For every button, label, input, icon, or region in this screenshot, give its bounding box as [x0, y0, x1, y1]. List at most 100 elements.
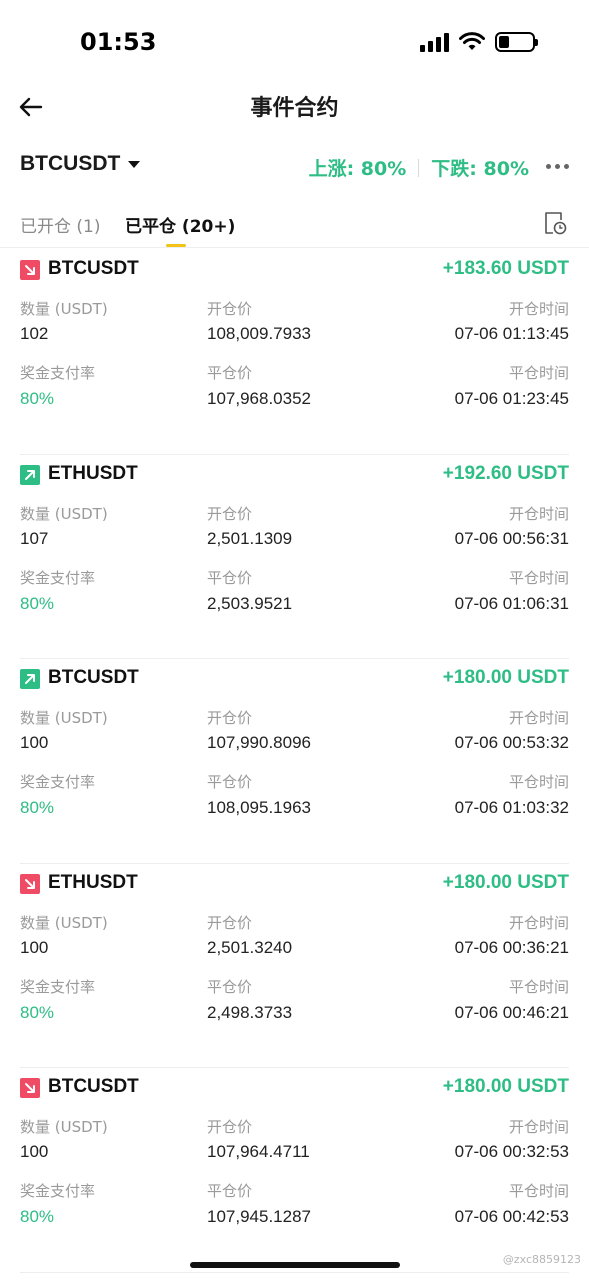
position-pnl: +192.60 USDT: [442, 462, 569, 484]
tab-open-positions[interactable]: 已开仓 (1): [20, 212, 100, 237]
up-rate: 上涨: 80%: [308, 158, 407, 180]
close-time-value: 07-06 01:06:31: [454, 593, 569, 613]
open-time-value: 07-06 01:13:45: [454, 324, 569, 343]
close-price-label: 平仓价: [207, 977, 253, 996]
arrow-down-right-icon: [20, 260, 40, 280]
open-time-value: 07-06 00:32:53: [454, 1142, 569, 1161]
open-price-label: 开仓价: [207, 913, 253, 932]
down-rate: 下跌: 80%: [431, 158, 529, 180]
quantity-value: 100: [20, 937, 49, 957]
close-price-value: 108,095.1963: [207, 798, 311, 817]
close-time-label: 平仓时间: [508, 977, 569, 996]
position-symbol: ETHUSDT: [48, 462, 138, 484]
watermark: @zxc8859123: [502, 1253, 581, 1266]
position-symbol: BTCUSDT: [48, 258, 139, 279]
symbol-selector[interactable]: BTCUSDT: [20, 152, 141, 176]
position-tabs: 已开仓 (1) 已平仓 (20+): [0, 200, 589, 248]
open-time-label: 开仓时间: [508, 709, 569, 727]
open-price-value: 2,501.1309: [207, 528, 293, 548]
payout-rate-value: 80%: [20, 1002, 55, 1022]
close-price-label: 平仓价: [207, 1182, 253, 1200]
open-price-label: 开仓价: [207, 300, 253, 318]
quantity-label: 数量 (USDT): [20, 504, 108, 523]
page-title: 事件合约: [250, 96, 339, 121]
history-icon[interactable]: [543, 210, 567, 236]
arrow-down-right-icon: [20, 873, 40, 894]
nav-bar: 事件合约: [0, 80, 589, 132]
close-price-value: 107,968.0352: [207, 389, 311, 408]
position-pnl: +183.60 USDT: [442, 258, 569, 279]
payout-rate-value: 80%: [20, 798, 55, 817]
open-price-label: 开仓价: [207, 504, 253, 523]
position-pnl: +180.00 USDT: [442, 667, 569, 688]
open-price-value: 108,009.7933: [207, 324, 311, 343]
symbol-name: BTCUSDT: [20, 152, 121, 175]
position-header: BTCUSDT +183.60 USDT: [20, 258, 569, 284]
position-card[interactable]: BTCUSDT +183.60 USDT 数量 (USDT) 开仓价 开仓时间 102 10…: [20, 250, 569, 455]
close-price-label: 平仓价: [207, 364, 253, 382]
open-price-label: 开仓价: [207, 1118, 253, 1136]
more-options-icon[interactable]: [546, 164, 569, 169]
position-card[interactable]: BTCUSDT +180.00 USDT 数量 (USDT) 开仓价 开仓时间 100 10…: [20, 1068, 569, 1273]
close-price-value: 2,498.3733: [207, 1002, 293, 1022]
caret-down-icon: [128, 160, 141, 168]
close-time-value: 07-06 00:42:53: [454, 1207, 569, 1226]
status-icons: [420, 32, 538, 52]
open-time-label: 开仓时间: [508, 504, 569, 523]
close-price-value: 2,503.9521: [207, 593, 293, 613]
payout-rate-value: 80%: [20, 389, 55, 408]
rate-divider: [418, 158, 420, 177]
payout-rates: 上涨: 80% 下跌: 80%: [309, 154, 529, 181]
wifi-icon: [459, 32, 485, 50]
close-price-value: 107,945.1287: [207, 1207, 311, 1226]
position-symbol: BTCUSDT: [48, 1076, 139, 1097]
close-time-value: 07-06 00:46:21: [454, 1002, 569, 1022]
open-time-value: 07-06 00:53:32: [454, 733, 569, 752]
open-price-value: 107,964.4711: [207, 1142, 310, 1161]
position-card[interactable]: ETHUSDT +192.60 USDT 数量 (USDT) 开仓价 开仓时间 107 2,…: [20, 455, 569, 659]
active-tab-indicator: [166, 244, 186, 247]
payout-rate-value: 80%: [20, 1207, 55, 1226]
open-time-label: 开仓时间: [508, 913, 569, 932]
quantity-value: 102: [20, 324, 49, 343]
position-pnl: +180.00 USDT: [442, 871, 569, 893]
status-time: 01:53: [80, 28, 157, 56]
position-header: ETHUSDT +192.60 USDT: [20, 463, 569, 489]
open-price-value: 107,990.8096: [207, 733, 311, 752]
home-indicator: [190, 1262, 400, 1268]
position-symbol: BTCUSDT: [48, 667, 139, 688]
position-card[interactable]: ETHUSDT +180.00 USDT 数量 (USDT) 开仓价 开仓时间 100 2,…: [20, 864, 569, 1068]
closed-positions-list: BTCUSDT +183.60 USDT 数量 (USDT) 开仓价 开仓时间 102 10…: [0, 250, 589, 1273]
quantity-value: 107: [20, 528, 49, 548]
payout-rate-label: 奖金支付率: [20, 364, 96, 382]
symbol-row: BTCUSDT 上涨: 80% 下跌: 80%: [0, 148, 589, 188]
position-symbol: ETHUSDT: [48, 871, 138, 893]
close-time-label: 平仓时间: [508, 773, 569, 791]
quantity-value: 100: [20, 733, 49, 752]
open-time-label: 开仓时间: [508, 300, 569, 318]
quantity-label: 数量 (USDT): [20, 1118, 108, 1136]
payout-rate-label: 奖金支付率: [20, 977, 96, 996]
payout-rate-label: 奖金支付率: [20, 773, 96, 791]
close-price-label: 平仓价: [207, 568, 253, 587]
tab-closed-positions[interactable]: 已平仓 (20+): [125, 212, 235, 237]
open-time-value: 07-06 00:56:31: [454, 528, 569, 548]
position-header: BTCUSDT +180.00 USDT: [20, 1076, 569, 1102]
position-header: ETHUSDT +180.00 USDT: [20, 872, 569, 898]
position-card[interactable]: BTCUSDT +180.00 USDT 数量 (USDT) 开仓价 开仓时间 100 10…: [20, 659, 569, 864]
battery-icon: [495, 32, 538, 52]
open-price-value: 2,501.3240: [207, 937, 293, 957]
position-pnl: +180.00 USDT: [442, 1076, 569, 1097]
arrow-down-right-icon: [20, 1078, 40, 1098]
quantity-value: 100: [20, 1142, 49, 1161]
arrow-up-right-icon: [20, 669, 40, 689]
cellular-signal-icon: [420, 32, 449, 52]
position-header: BTCUSDT +180.00 USDT: [20, 667, 569, 693]
close-time-label: 平仓时间: [508, 364, 569, 382]
quantity-label: 数量 (USDT): [20, 913, 108, 932]
quantity-label: 数量 (USDT): [20, 300, 108, 318]
open-time-label: 开仓时间: [508, 1118, 569, 1136]
close-time-value: 07-06 01:03:32: [454, 798, 569, 817]
payout-rate-value: 80%: [20, 593, 55, 613]
open-time-value: 07-06 00:36:21: [454, 937, 569, 957]
